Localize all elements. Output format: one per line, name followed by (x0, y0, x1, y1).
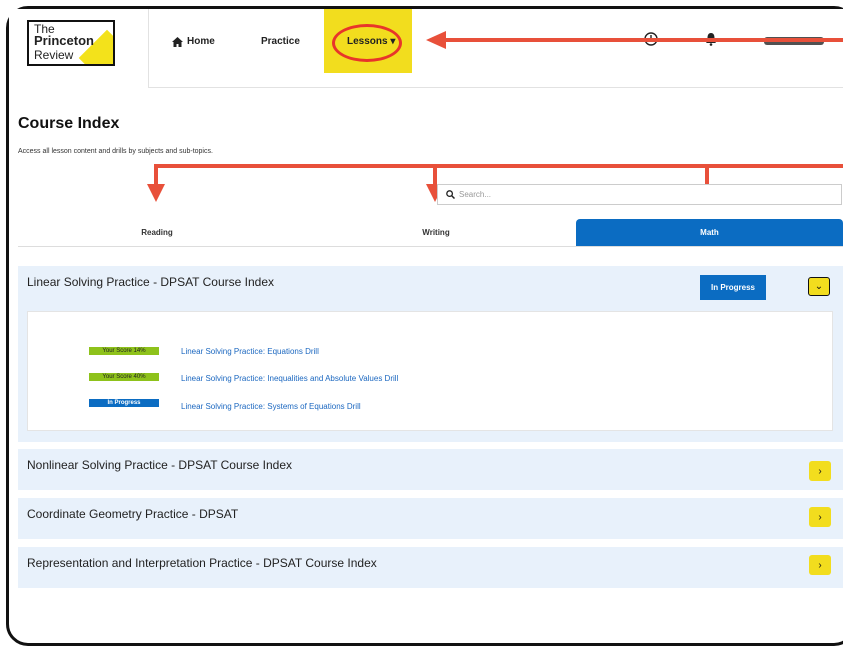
annotation-arrowhead-reading (147, 184, 165, 202)
tab-math[interactable]: Math (576, 219, 843, 246)
search-input[interactable]: Search... (437, 184, 842, 205)
score-badge: Your Score 40% (89, 373, 159, 381)
nav-divider-bottom (148, 87, 843, 88)
logo-line-2: Princeton (34, 33, 94, 48)
nav-home[interactable]: Home (172, 36, 215, 47)
search-icon (446, 190, 455, 199)
annotation-arrow-lessons (445, 38, 843, 42)
score-badge: Your Score 14% (89, 347, 159, 355)
page-subtitle: Access all lesson content and drills by … (18, 148, 213, 155)
chevron-right-icon[interactable]: › (809, 555, 831, 575)
status-badge: In Progress (700, 275, 766, 300)
page-title: Course Index (18, 115, 120, 132)
nav-divider (148, 9, 149, 87)
drill-link-equations[interactable]: Linear Solving Practice: Equations Drill (181, 347, 319, 356)
drill-link-systems[interactable]: Linear Solving Practice: Systems of Equa… (181, 402, 361, 411)
annotation-arrow-writing-stem (433, 164, 437, 184)
annotation-arrow-tabs-line (154, 164, 843, 168)
tab-reading[interactable]: Reading (18, 219, 296, 246)
section-panel-nonlinear: Nonlinear Solving Practice - DPSAT Cours… (18, 449, 843, 490)
section-panel-representation: Representation and Interpretation Practi… (18, 547, 843, 588)
section-title[interactable]: Representation and Interpretation Practi… (27, 556, 377, 570)
annotation-arrow-reading-stem (154, 164, 158, 184)
section-panel-coordinate: Coordinate Geometry Practice - DPSAT (18, 498, 843, 539)
chevron-right-icon[interactable]: › (809, 461, 831, 481)
annotation-arrowhead-lessons (426, 31, 446, 49)
drill-link-inequalities[interactable]: Linear Solving Practice: Inequalities an… (181, 374, 398, 383)
tab-writing[interactable]: Writing (296, 219, 576, 246)
chevron-right-icon[interactable]: › (809, 507, 831, 527)
princeton-review-logo[interactable]: The Princeton Review (27, 20, 115, 66)
logo-line-3: Review (34, 48, 74, 62)
chevron-down-icon[interactable]: ⌄ (808, 277, 830, 296)
nav-practice[interactable]: Practice (261, 36, 300, 47)
nav-home-label: Home (187, 36, 215, 47)
annotation-circle (332, 24, 402, 62)
section-title[interactable]: Coordinate Geometry Practice - DPSAT (27, 507, 238, 521)
section-title[interactable]: Linear Solving Practice - DPSAT Course I… (27, 275, 274, 289)
search-placeholder: Search... (459, 190, 492, 199)
annotation-arrow-math-stem (705, 164, 709, 184)
home-icon (172, 36, 183, 47)
progress-badge: In Progress (89, 399, 159, 407)
subject-tabs: Reading Writing Math (18, 219, 843, 247)
drill-list (27, 311, 833, 431)
section-title[interactable]: Nonlinear Solving Practice - DPSAT Cours… (27, 458, 292, 472)
